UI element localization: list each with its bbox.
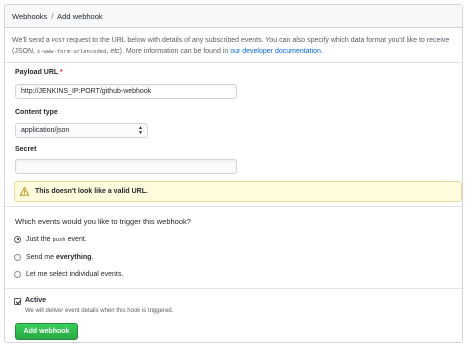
payload-url-label-text: Payload URL: [15, 69, 59, 76]
webhook-form-box: Webhooks / Add webhook We'll send a POST…: [4, 4, 463, 343]
intro-text-part: .: [320, 47, 323, 55]
radio-button[interactable]: [14, 270, 21, 278]
radio-button[interactable]: [14, 235, 21, 243]
content-type-select[interactable]: application/json ▲ ▼: [15, 123, 148, 138]
radio-label: Send me everything.: [26, 254, 93, 261]
breadcrumb-webhooks-link[interactable]: Webhooks: [12, 12, 47, 21]
radio-push-event[interactable]: Just the push event.: [14, 234, 87, 244]
developer-docs-link[interactable]: our developer documentation: [230, 48, 321, 55]
radio-label-part: event.: [65, 235, 87, 243]
active-note: We will deliver event details when this …: [25, 308, 174, 314]
radio-label: Just the push event.: [26, 236, 87, 243]
radio-label-part: Just the: [26, 235, 53, 243]
intro-text-part: We'll send a: [12, 37, 52, 44]
secret-input[interactable]: [15, 159, 237, 174]
select-caret-icon: ▲ ▼: [138, 125, 143, 136]
radio-individual-events[interactable]: Let me select individual events.: [14, 269, 123, 279]
radio-label: Let me select individual events.: [26, 270, 124, 278]
divider: [5, 62, 462, 63]
form-encoding-code: x-www-form-urlencoded: [36, 48, 107, 55]
radio-label-part: .: [91, 253, 94, 261]
radio-everything[interactable]: Send me everything.: [14, 252, 93, 262]
intro-text: We'll send a POST request to the URL bel…: [12, 36, 458, 57]
radio-button[interactable]: [14, 253, 21, 261]
divider: [5, 288, 462, 289]
payload-url-label: Payload URL *: [15, 69, 63, 76]
active-label: Active: [25, 297, 47, 304]
events-question: Which events would you like to trigger t…: [15, 217, 191, 226]
radio-label-part: Send me: [26, 253, 56, 261]
content-type-label: Content type: [15, 109, 58, 116]
post-code: POST: [51, 38, 65, 44]
content-type-value: application/json: [21, 127, 70, 134]
push-code: push: [52, 236, 66, 243]
payload-url-input[interactable]: http://JENKINS_IP:PORT/github-webhook: [15, 84, 237, 99]
divider: [5, 206, 462, 207]
required-mark: *: [60, 69, 63, 76]
intro-text-part: ). More information can be found in: [119, 47, 231, 55]
add-webhook-button[interactable]: Add webhook: [15, 323, 78, 340]
warning-message: This doesn't look like a valid URL.: [35, 188, 148, 195]
secret-label: Secret: [15, 146, 37, 153]
invalid-url-warning: This doesn't look like a valid URL.: [14, 181, 462, 202]
breadcrumb-separator: /: [51, 12, 54, 21]
intro-etc: etc: [110, 47, 120, 55]
alert-icon: [20, 187, 29, 196]
breadcrumb-current: Add webhook: [57, 12, 103, 21]
breadcrumb: Webhooks / Add webhook: [5, 5, 462, 28]
active-checkbox[interactable]: [14, 298, 21, 305]
everything-bold: everything: [55, 253, 92, 261]
